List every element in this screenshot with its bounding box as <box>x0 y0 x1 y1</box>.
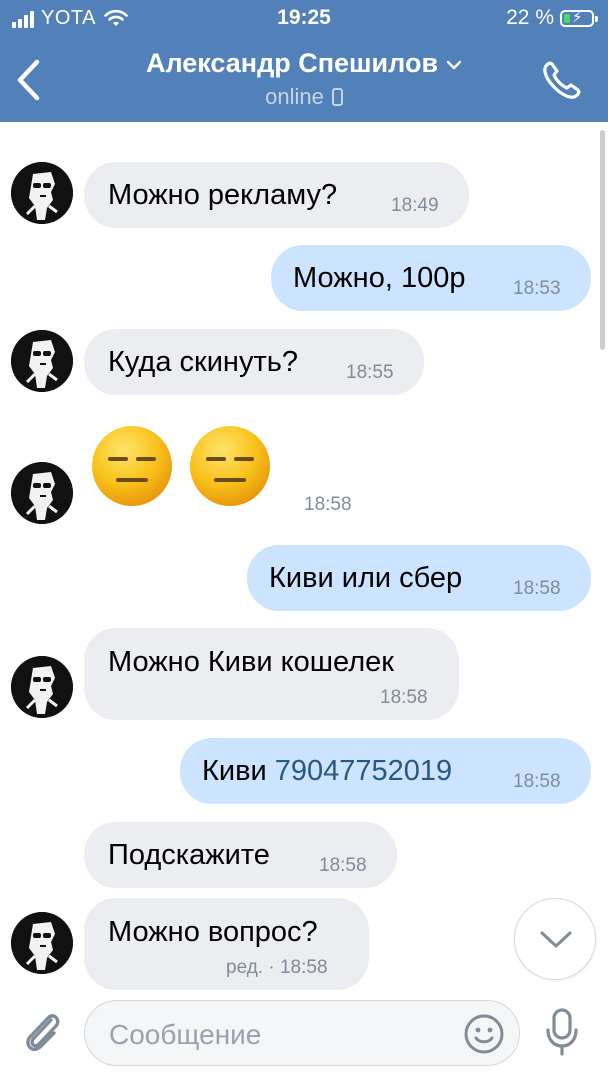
message-time: 18:53 <box>513 278 561 299</box>
message-text: Подскажите <box>108 839 270 871</box>
message-bubble[interactable]: Подскажите 18:58 <box>84 822 397 888</box>
message-text: Можно рекламу? <box>108 179 338 211</box>
message-bubble[interactable]: Можно, 100р 18:53 <box>271 245 591 311</box>
online-status: online <box>265 84 324 109</box>
message-text: Киви или сбер <box>269 562 463 594</box>
contact-name: Александр Спешилов <box>145 48 439 78</box>
chevron-down-icon <box>446 60 462 70</box>
mobile-device-icon <box>331 88 343 106</box>
message-text: Можно вопрос? <box>108 916 318 948</box>
message-text: Киви 79047752019 <box>202 755 452 788</box>
message-bubble[interactable]: Куда скинуть? 18:55 <box>84 329 424 395</box>
message-time: 18:58 <box>513 771 561 792</box>
message-bubble[interactable]: Можно рекламу? 18:49 <box>84 162 469 228</box>
message-text-prefix: Киви <box>202 755 267 787</box>
message-input-placeholder: Сообщение <box>109 1019 262 1050</box>
message-input[interactable]: Сообщение <box>84 1000 520 1066</box>
battery-level-fill <box>564 13 570 23</box>
message-time: 18:55 <box>346 362 394 383</box>
chat-screen: YOTA 19:25 22 % ⚡ Александр Спешилов onl… <box>0 0 608 1080</box>
chat-header: YOTA 19:25 22 % ⚡ Александр Спешилов onl… <box>0 0 608 122</box>
avatar[interactable] <box>11 656 73 718</box>
message-time: 18:58 <box>513 578 561 599</box>
avatar[interactable] <box>11 162 73 224</box>
contact-status: online <box>0 84 608 110</box>
message-bubble[interactable]: Киви 79047752019 18:58 <box>180 738 591 804</box>
avatar[interactable] <box>11 912 73 974</box>
expressionless-face-emoji <box>190 426 270 506</box>
paperclip-icon[interactable] <box>20 1006 64 1056</box>
battery-icon: ⚡ <box>560 8 598 27</box>
battery-percent: 22 % <box>506 6 554 29</box>
scrollbar[interactable] <box>600 130 605 350</box>
message-time: 18:58 <box>319 855 367 876</box>
status-right: 22 % ⚡ <box>506 6 598 30</box>
avatar[interactable] <box>11 330 73 392</box>
expressionless-face-emoji <box>92 426 172 506</box>
smile-icon[interactable] <box>463 1013 505 1055</box>
chevron-down-icon <box>540 931 572 948</box>
avatar[interactable] <box>11 462 73 524</box>
message-time: 18:49 <box>391 195 439 216</box>
message-bubble[interactable]: Можно вопрос? ред. · 18:58 <box>84 898 369 990</box>
message-text: Куда скинуть? <box>108 346 298 378</box>
message-edited-time: ред. · 18:58 <box>226 957 328 978</box>
status-bar: YOTA 19:25 22 % ⚡ <box>0 0 608 38</box>
scroll-down-button[interactable] <box>514 898 596 980</box>
message-text: Можно Киви кошелек <box>108 646 394 678</box>
message-bubble[interactable]: Можно Киви кошелек 18:58 <box>84 628 459 720</box>
message-text: Можно, 100р <box>293 262 466 294</box>
charging-bolt-icon: ⚡ <box>572 8 583 26</box>
phone-number-link[interactable]: 79047752019 <box>275 755 452 787</box>
phone-call-icon[interactable] <box>540 58 584 102</box>
message-bubble[interactable]: Киви или сбер 18:58 <box>247 545 591 611</box>
microphone-icon[interactable] <box>542 1006 582 1058</box>
message-composer: Сообщение <box>0 990 608 1080</box>
message-time: 18:58 <box>380 687 428 708</box>
message-time: 18:58 <box>304 494 352 515</box>
contact-name-button[interactable]: Александр Спешилов <box>100 48 508 79</box>
